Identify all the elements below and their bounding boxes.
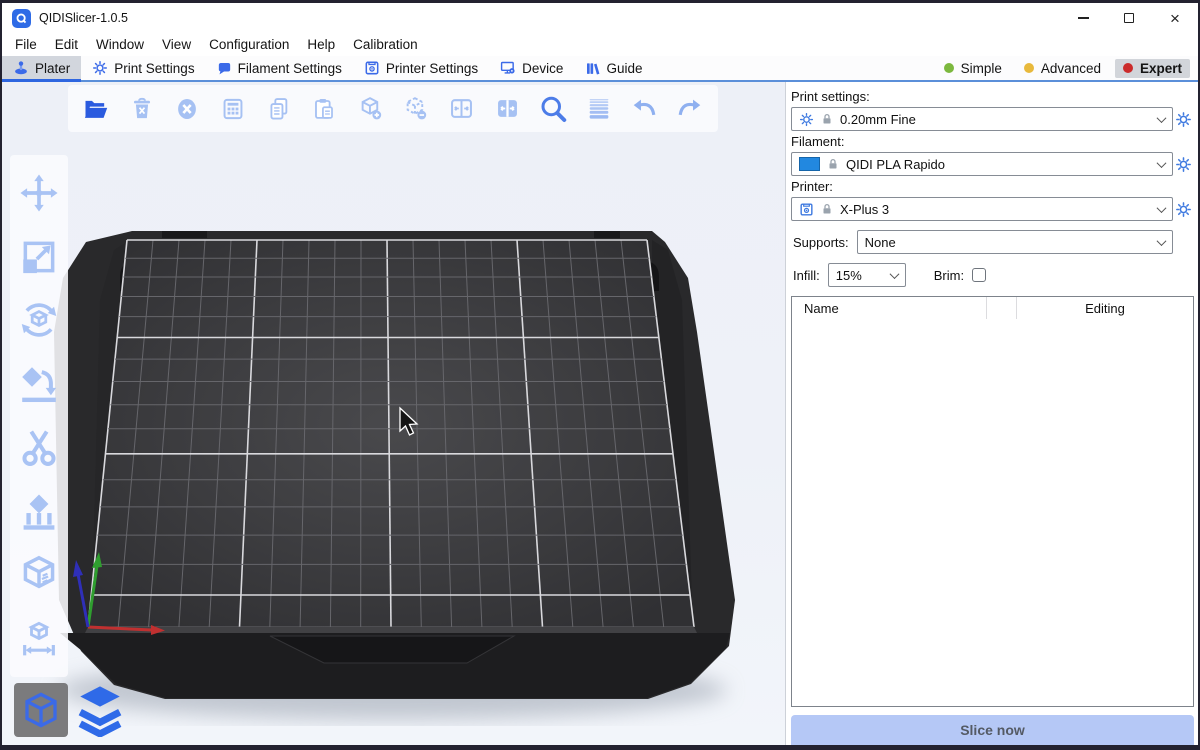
printer-icon	[364, 60, 380, 76]
object-list: Name Editing	[791, 296, 1194, 707]
guide-books-icon	[585, 61, 600, 76]
variable-layer-height-icon[interactable]	[581, 89, 617, 129]
menu-help[interactable]: Help	[298, 37, 344, 52]
tab-print-settings[interactable]: Print Settings	[81, 56, 205, 80]
printer-gear-button[interactable]	[1173, 201, 1194, 218]
column-editing: Editing	[1017, 297, 1193, 319]
paste-icon[interactable]	[306, 89, 342, 129]
menu-bar: File Edit Window View Configuration Help…	[2, 33, 1198, 56]
gear-icon	[799, 112, 814, 127]
3d-viewport[interactable]	[2, 82, 785, 745]
supports-label: Supports:	[793, 235, 849, 250]
lock-icon	[827, 158, 839, 170]
print-settings-combo[interactable]: 0.20mm Fine	[791, 107, 1173, 131]
move-icon[interactable]	[15, 169, 63, 217]
add-instance-icon[interactable]	[352, 89, 388, 129]
brim-label: Brim:	[934, 268, 964, 283]
3d-editor-view-icon[interactable]	[14, 683, 68, 737]
mode-advanced[interactable]: Advanced	[1016, 59, 1109, 78]
tab-filament-settings[interactable]: Filament Settings	[206, 56, 353, 80]
split-to-objects-icon[interactable]	[444, 89, 480, 129]
tab-plater[interactable]: Plater	[2, 56, 81, 80]
gizmo-toolbar	[10, 155, 68, 677]
print-settings-label: Print settings:	[791, 89, 1194, 104]
print-settings-gear-button[interactable]	[1173, 111, 1194, 128]
cut-icon[interactable]	[15, 424, 63, 472]
menu-edit[interactable]: Edit	[46, 37, 87, 52]
chevron-down-icon	[1157, 113, 1167, 123]
rotate-icon[interactable]	[15, 296, 63, 344]
print-bed-scene	[2, 82, 785, 745]
copy-icon[interactable]	[261, 89, 297, 129]
tab-guide[interactable]: Guide	[574, 56, 653, 80]
delete-icon[interactable]	[124, 89, 160, 129]
object-list-body[interactable]	[792, 319, 1193, 706]
paint-supports-icon[interactable]	[15, 488, 63, 536]
column-name: Name	[792, 297, 987, 319]
measure-icon[interactable]	[15, 615, 63, 663]
filament-color-swatch	[799, 157, 820, 171]
advanced-dot-icon	[1024, 63, 1034, 73]
lock-icon	[821, 203, 833, 215]
menu-configuration[interactable]: Configuration	[200, 37, 298, 52]
mode-simple[interactable]: Simple	[936, 59, 1010, 78]
mode-expert[interactable]: Expert	[1115, 59, 1190, 78]
chevron-down-icon	[889, 269, 899, 279]
maximize-button[interactable]	[1106, 3, 1152, 33]
filament-gear-button[interactable]	[1173, 156, 1194, 173]
app-logo-icon	[12, 9, 31, 28]
seam-painting-icon[interactable]	[15, 551, 63, 599]
sidebar: Print settings: 0.20mm Fine	[785, 82, 1198, 745]
menu-calibration[interactable]: Calibration	[344, 37, 427, 52]
filament-combo[interactable]: QIDI PLA Rapido	[791, 152, 1173, 176]
simple-dot-icon	[944, 63, 954, 73]
arrange-icon[interactable]	[215, 89, 251, 129]
mode-switcher: Simple Advanced Expert	[936, 56, 1198, 80]
print-settings-gear-icon	[92, 60, 108, 76]
tab-device[interactable]: Device	[489, 56, 574, 80]
scale-icon[interactable]	[15, 233, 63, 281]
tab-bar: Plater Print Settings Filament Settings …	[2, 56, 1198, 82]
search-icon[interactable]	[535, 89, 571, 129]
preview-view-icon[interactable]	[73, 683, 127, 737]
menu-window[interactable]: Window	[87, 37, 153, 52]
undo-icon[interactable]	[626, 89, 662, 129]
supports-combo[interactable]: None	[857, 230, 1173, 254]
close-button[interactable]: ×	[1152, 3, 1198, 33]
chevron-down-icon	[1157, 203, 1167, 213]
chevron-down-icon	[1157, 236, 1167, 246]
open-file-icon[interactable]	[78, 89, 114, 129]
brim-checkbox[interactable]	[972, 268, 986, 282]
view-toggles	[14, 683, 127, 737]
infill-label: Infill:	[793, 268, 820, 283]
slice-now-button[interactable]: Slice now	[791, 715, 1194, 745]
minimize-button[interactable]	[1060, 3, 1106, 33]
menu-file[interactable]: File	[6, 37, 46, 52]
printer-icon	[799, 202, 814, 217]
remove-instance-icon[interactable]	[398, 89, 434, 129]
app-window: QIDISlicer-1.0.5 × File Edit Window View…	[2, 3, 1198, 745]
filament-label: Filament:	[791, 134, 1194, 149]
place-on-face-icon[interactable]	[15, 360, 63, 408]
column-extruder	[987, 297, 1017, 319]
delete-all-icon[interactable]	[169, 89, 205, 129]
window-title: QIDISlicer-1.0.5	[39, 11, 128, 25]
device-icon	[500, 60, 516, 76]
plater-icon	[13, 60, 29, 76]
infill-combo[interactable]: 15%	[828, 263, 906, 287]
printer-combo[interactable]: X-Plus 3	[791, 197, 1173, 221]
expert-dot-icon	[1123, 63, 1133, 73]
menu-view[interactable]: View	[153, 37, 200, 52]
chevron-down-icon	[1157, 158, 1167, 168]
plater-top-toolbar	[68, 85, 718, 132]
tab-printer-settings[interactable]: Printer Settings	[353, 56, 489, 80]
title-bar: QIDISlicer-1.0.5 ×	[2, 3, 1198, 33]
filament-icon	[217, 61, 232, 76]
split-to-parts-icon[interactable]	[489, 89, 525, 129]
object-list-header: Name Editing	[792, 297, 1193, 319]
lock-icon	[821, 113, 833, 125]
printer-label: Printer:	[791, 179, 1194, 194]
redo-icon[interactable]	[672, 89, 708, 129]
